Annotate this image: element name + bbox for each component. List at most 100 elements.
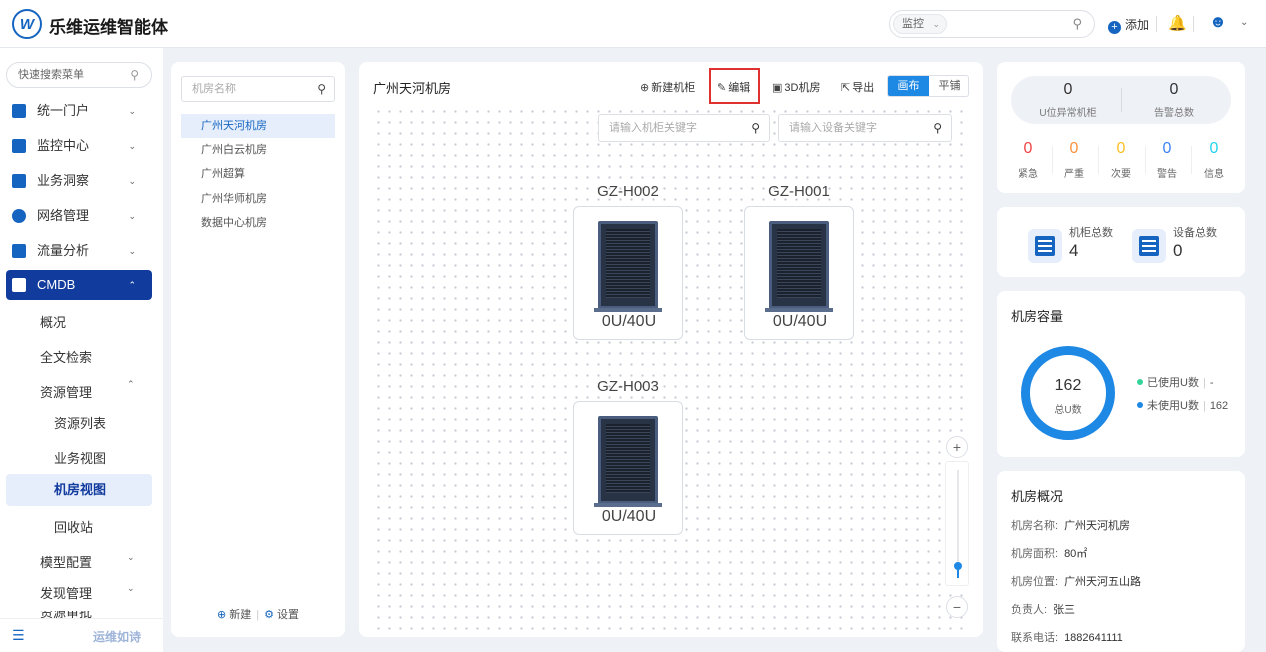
chevron-down-icon: ⌄ xyxy=(128,141,136,151)
menu-item-monitor[interactable]: 监控中心 ⌄ xyxy=(6,131,152,161)
search-icon: ⚲ xyxy=(130,68,139,82)
menu-item-resource-mgmt[interactable]: 资源管理 xyxy=(40,382,92,401)
chevron-down-icon: ⌄ xyxy=(127,552,135,562)
chevron-up-icon: ⌃ xyxy=(127,379,135,389)
alert-minor-label: 次要 xyxy=(1111,169,1131,180)
new-room-button[interactable]: ⊕ 新建 xyxy=(217,609,251,621)
chevron-down-icon: ⌄ xyxy=(128,246,136,256)
sidebar: 快速搜索菜单 ⚲ 统一门户 ⌄ 监控中心 ⌄ 业务洞察 ⌄ 网络管理 ⌄ 流量分析 ⌄ CM… xyxy=(0,48,163,652)
menu-collapse-icon[interactable]: ☰ xyxy=(12,627,25,644)
zoom-in-icon[interactable]: + xyxy=(946,436,968,458)
menu-item-resource-list[interactable]: 资源列表 xyxy=(54,413,106,432)
brand-logo[interactable]: W xyxy=(12,9,42,39)
menu-item-traffic[interactable]: 流量分析 ⌄ xyxy=(6,236,152,266)
insight-icon xyxy=(12,174,26,188)
rack-glyph xyxy=(1035,236,1055,256)
view-mode-toggle[interactable]: 画布 平铺 xyxy=(887,75,969,97)
menu-item-overview[interactable]: 概况 xyxy=(40,312,66,331)
menu-item-approval[interactable]: 资源审批 xyxy=(40,611,92,618)
menu-item-insight[interactable]: 业务洞察 ⌄ xyxy=(6,166,152,196)
legend-dot xyxy=(1137,402,1143,408)
room-canvas-panel: 广州天河机房 ⊕ 新建机柜 ✎ 编辑 ▣ 3D机房 ⇱ 导出 画布 平铺 请输入机柜关键… xyxy=(359,62,983,637)
alert-major-count[interactable]: 0 xyxy=(1056,140,1092,158)
u-abnormal-label: U位异常机柜 xyxy=(1039,108,1097,119)
settings-button[interactable]: ⚙ 设置 xyxy=(264,609,299,621)
menu-item-network[interactable]: 网络管理 ⌄ xyxy=(6,201,152,231)
rack-card[interactable]: 0U/40U xyxy=(744,206,854,340)
room-item[interactable]: 广州超算 xyxy=(181,162,335,186)
export-icon: ⇱ xyxy=(841,82,851,94)
menu-item-cmdb[interactable]: CMDB ⌃ xyxy=(6,270,152,300)
divider xyxy=(1121,88,1122,112)
room-item[interactable]: 广州白云机房 xyxy=(181,138,335,162)
device-total-value: 0 xyxy=(1173,241,1183,260)
room-overview-card: 机房概况 机房名称: 广州天河机房 机房面积: 80㎡ 机房位置: 广州天河五山路 负… xyxy=(997,471,1245,652)
alert-info-count[interactable]: 0 xyxy=(1196,140,1232,158)
device-search-input[interactable]: 请输入设备关键字 ⚲ xyxy=(778,114,952,142)
rack-label: GZ-H003 xyxy=(597,378,659,395)
alert-critical-count[interactable]: 0 xyxy=(1010,140,1046,158)
user-icon[interactable]: ☻ xyxy=(1209,12,1227,32)
divider xyxy=(1193,16,1194,32)
rack-usage: 0U/40U xyxy=(601,313,657,330)
divider: | xyxy=(1202,377,1206,389)
device-icon xyxy=(1132,229,1166,263)
room-3d-button[interactable]: ▣ 3D机房 xyxy=(772,79,820,95)
mode-tile-button[interactable]: 平铺 xyxy=(929,76,968,96)
overview-row-location: 机房位置: 广州天河五山路 xyxy=(1011,576,1142,588)
gear-icon: ⚙ xyxy=(264,609,274,621)
overview-row-owner: 负责人: 张三 xyxy=(1011,604,1076,616)
brand-name: 乐维运维智能体 xyxy=(49,18,168,37)
menu-item-fulltext-search[interactable]: 全文检索 xyxy=(40,347,92,366)
rack-card[interactable]: 0U/40U xyxy=(573,206,683,340)
room-item[interactable]: 广州华师机房 xyxy=(181,187,335,211)
divider xyxy=(1098,146,1099,174)
room-search-input[interactable]: 机房名称 ⚲ xyxy=(181,76,335,102)
zoom-slider[interactable] xyxy=(945,461,969,586)
search-icon[interactable]: ⚲ xyxy=(1072,16,1082,32)
zoom-out-icon[interactable]: − xyxy=(946,596,968,618)
rack-search-input[interactable]: 请输入机柜关键字 ⚲ xyxy=(598,114,770,142)
plus-circle-icon: ⊕ xyxy=(216,609,227,621)
top-header: W 乐维运维智能体 监控 ⌄ ⚲ + 添加 🔔 ☻ ⌄ xyxy=(0,0,1266,48)
u-abnormal-count: 0 xyxy=(1063,81,1073,98)
menu-item-portal[interactable]: 统一门户 ⌄ xyxy=(6,96,152,126)
alert-critical-label: 紧急 xyxy=(1018,169,1038,180)
legend-used: 已使用U数 | - xyxy=(1137,374,1213,390)
divider xyxy=(1156,16,1157,32)
menu-item-discovery[interactable]: 发现管理 xyxy=(40,583,92,602)
room-item[interactable]: 数据中心机房 xyxy=(181,211,335,235)
chevron-down-icon[interactable]: ⌄ xyxy=(1240,17,1248,28)
menu-item-model-config[interactable]: 模型配置 xyxy=(40,552,92,571)
alert-major-label: 严重 xyxy=(1064,169,1084,180)
search-icon[interactable]: ⚲ xyxy=(317,77,326,101)
plus-icon: + xyxy=(1108,21,1121,34)
alert-warning-label: 警告 xyxy=(1157,169,1177,180)
plus-circle-icon: ⊕ xyxy=(640,82,650,94)
add-button[interactable]: + 添加 xyxy=(1108,16,1149,34)
room-title: 广州天河机房 xyxy=(373,81,452,96)
room-item[interactable]: 广州天河机房 xyxy=(181,114,335,138)
alert-warning-count[interactable]: 0 xyxy=(1149,140,1185,158)
motto: 运维如诗 xyxy=(93,630,142,644)
bell-icon[interactable]: 🔔 xyxy=(1168,14,1187,32)
zoom-handle[interactable] xyxy=(954,562,962,570)
global-search[interactable]: 监控 ⌄ ⚲ xyxy=(889,10,1095,38)
menu-item-recycle-bin[interactable]: 回收站 xyxy=(54,517,93,536)
edit-button[interactable]: ✎ 编辑 xyxy=(717,79,750,95)
rack-usage: 0U/40U xyxy=(601,508,657,525)
new-rack-button[interactable]: ⊕ 新建机柜 xyxy=(640,79,695,95)
alert-totals: 0 U位异常机柜 0 告警总数 xyxy=(1011,76,1231,124)
chevron-down-icon: ⌄ xyxy=(932,19,940,29)
rack-card[interactable]: 0U/40U xyxy=(573,401,683,535)
alert-minor-count[interactable]: 0 xyxy=(1103,140,1139,158)
search-scope-select[interactable]: 监控 ⌄ xyxy=(893,14,947,34)
globe-icon xyxy=(12,209,26,223)
menu-item-business-view[interactable]: 业务视图 xyxy=(54,448,106,467)
menu-search-input[interactable]: 快速搜索菜单 ⚲ xyxy=(6,62,152,88)
divider: | xyxy=(1202,400,1206,412)
export-button[interactable]: ⇱ 导出 xyxy=(841,79,874,95)
mode-canvas-button[interactable]: 画布 xyxy=(888,76,929,96)
room-list-panel: 机房名称 ⚲ 广州天河机房 广州白云机房 广州超算 广州华师机房 数据中心机房 ⊕… xyxy=(171,62,345,637)
menu-item-room-view[interactable]: 机房视图 xyxy=(6,474,152,506)
